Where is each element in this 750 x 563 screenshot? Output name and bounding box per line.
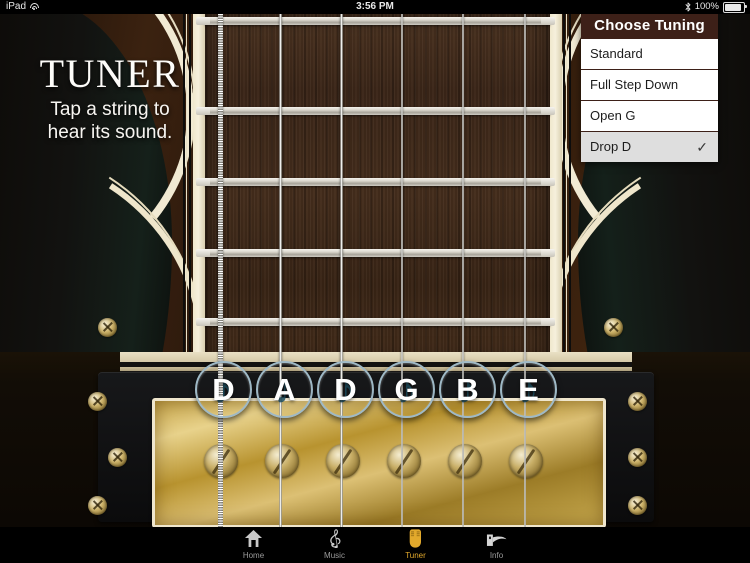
fret-1	[205, 17, 550, 25]
pickup-pole-2	[265, 444, 299, 478]
page-subtitle-line2: hear its sound.	[47, 122, 173, 143]
tuner-app-screen: TUNER Tap a string to hear its sound. ♪ D…	[0, 0, 750, 563]
string-button-label: G	[394, 371, 419, 407]
battery-full-icon	[723, 1, 747, 13]
tuning-option-open-g[interactable]: Open G	[581, 100, 718, 131]
tuning-option-label: Full Step Down	[590, 77, 679, 92]
checkmark-icon: ✓	[696, 139, 708, 155]
page-title: TUNER	[39, 51, 181, 96]
tab-music[interactable]: Music	[294, 527, 375, 563]
guitar-string-5	[279, 14, 282, 362]
fret-end-cap	[196, 178, 210, 186]
guitar-string-3	[401, 14, 404, 362]
status-time: 3:56 PM	[356, 1, 394, 12]
fret-3	[205, 178, 550, 186]
body-screw-upper-right	[628, 392, 647, 411]
guitar-string-2	[462, 14, 464, 362]
pickup-pole-4	[387, 444, 421, 478]
tuning-option-label: Open G	[590, 108, 636, 123]
tab-tuner[interactable]: Tuner	[375, 527, 456, 563]
body-screw-lower-right	[628, 496, 647, 515]
tab-info[interactable]: Info	[456, 527, 537, 563]
fret-end-cap	[196, 318, 210, 326]
treble-clef-icon	[326, 528, 343, 548]
page-subtitle: Tap a string to hear its sound.	[26, 98, 194, 144]
fret-5	[205, 318, 550, 326]
bottom-tab-bar: Home Music Tuner Info	[0, 527, 750, 563]
pointing-hand-icon	[486, 530, 507, 548]
home-icon	[244, 529, 263, 548]
pickup-pole-3	[326, 444, 360, 478]
guitar-string-6	[218, 14, 223, 362]
bluetooth-icon	[685, 2, 691, 12]
body-screw-top-left	[98, 318, 117, 337]
tuning-option-label: Drop D	[590, 139, 632, 154]
fretboard-purfling-right-light	[566, 14, 568, 362]
string-button-label: A	[273, 371, 296, 407]
guitar-string-4	[340, 14, 343, 362]
body-screw-upper-left	[88, 392, 107, 411]
string-button-label: E	[518, 371, 539, 407]
fret-end-cap	[196, 17, 210, 25]
status-bar-right: 100%	[685, 0, 747, 14]
tab-home[interactable]: Home	[213, 527, 294, 563]
fret-end-cap	[541, 107, 555, 115]
pickup-screw-right	[628, 448, 647, 467]
title-block: TUNER Tap a string to hear its sound.	[26, 52, 194, 144]
string-button-a-2[interactable]: ♪ A	[256, 361, 313, 418]
fretboard-purfling-right-dark	[563, 14, 565, 362]
tuning-option-full-step-down[interactable]: Full Step Down	[581, 69, 718, 100]
fret-2	[205, 107, 550, 115]
tab-label: Music	[324, 550, 345, 560]
page-subtitle-line1: Tap a string to	[50, 99, 170, 120]
status-bar: iPad 3:56 PM 100%	[0, 0, 750, 14]
guitar-string-1	[524, 14, 526, 362]
choose-tuning-dropdown[interactable]: Choose Tuning Standard Full Step Down Open…	[581, 13, 718, 162]
string-button-e-6[interactable]: ♪ E	[500, 361, 557, 418]
string-button-d-1[interactable]: ♪ D	[195, 361, 252, 418]
battery-percent-label: 100%	[694, 1, 719, 12]
fretboard-binding-left	[193, 14, 205, 362]
string-button-label: D	[212, 371, 235, 407]
guitar-headstock-icon	[409, 528, 422, 548]
tuning-option-label: Standard	[590, 46, 643, 61]
fret-end-cap	[541, 318, 555, 326]
fretboard-purfling-right-dark2	[569, 14, 571, 362]
fret-end-cap	[196, 107, 210, 115]
body-screw-lower-left	[88, 496, 107, 515]
tab-label: Home	[242, 550, 265, 560]
choose-tuning-header: Choose Tuning	[581, 13, 718, 38]
fret-4	[205, 249, 550, 257]
tuning-option-drop-d[interactable]: Drop D ✓	[581, 131, 718, 162]
string-button-label: D	[334, 371, 357, 407]
tab-label: Tuner	[405, 550, 426, 560]
body-screw-top-right	[604, 318, 623, 337]
string-button-d-3[interactable]: ♪ D	[317, 361, 374, 418]
tab-label: Info	[489, 550, 504, 560]
fret-end-cap	[541, 17, 555, 25]
fretboard	[205, 14, 550, 362]
tuning-option-standard[interactable]: Standard	[581, 38, 718, 69]
choose-tuning-item-list: Standard Full Step Down Open G Drop D ✓	[581, 38, 718, 162]
string-button-label: B	[456, 371, 479, 407]
string-button-b-5[interactable]: ♪ B	[439, 361, 496, 418]
fret-end-cap	[541, 249, 555, 257]
fret-end-cap	[196, 249, 210, 257]
pickup-pole-6	[509, 444, 543, 478]
pickup-pole-5	[448, 444, 482, 478]
string-button-g-4[interactable]: ♪ G	[378, 361, 435, 418]
pickup-screw-left	[108, 448, 127, 467]
fretboard-binding-right	[550, 14, 562, 362]
fret-end-cap	[541, 178, 555, 186]
